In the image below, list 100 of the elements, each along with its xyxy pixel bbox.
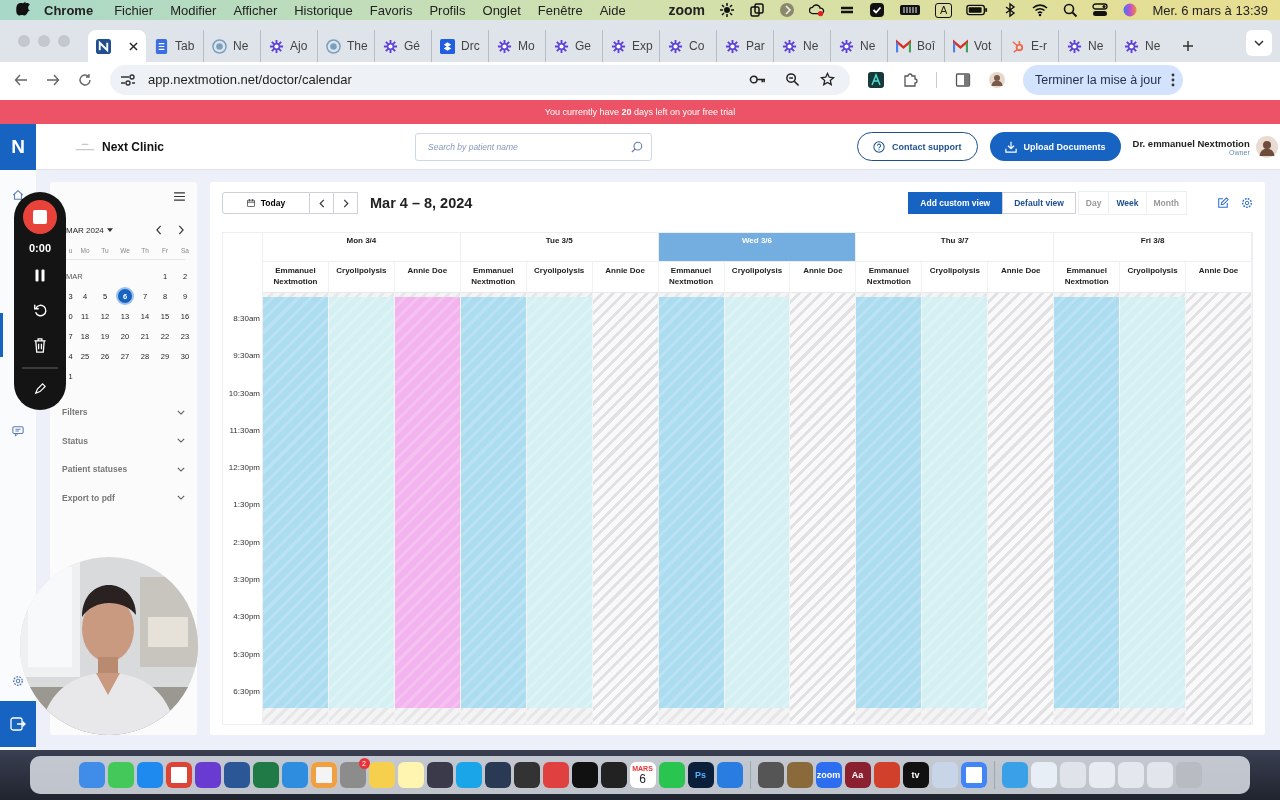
day-header[interactable]: Tue 3/5 (460, 233, 659, 262)
cloud-icon[interactable] (809, 2, 826, 18)
accordion-header[interactable]: Export to pdf (62, 483, 185, 512)
battery-icon[interactable] (966, 2, 989, 18)
contact-support-button[interactable]: Contact support (857, 132, 978, 161)
app-icon[interactable]: Ps (687, 762, 714, 788)
back-icon[interactable] (14, 72, 28, 87)
app-icon[interactable] (571, 762, 598, 788)
day-header[interactable]: Mon 3/4 (263, 233, 461, 262)
app-icon[interactable] (513, 762, 540, 788)
menu-item[interactable]: Chrome (44, 2, 94, 18)
forward-icon[interactable] (46, 72, 60, 87)
menu-item[interactable]: Profils (429, 2, 466, 18)
favicon-icon (896, 38, 911, 54)
menu-item[interactable]: Fenêtre (537, 2, 583, 18)
clock[interactable]: Mer. 6 mars à 13:39 (1152, 2, 1268, 18)
day-header[interactable]: Thu 3/7 (856, 233, 1055, 262)
view-button[interactable]: Default view (1002, 192, 1076, 214)
windows-icon[interactable] (749, 2, 766, 18)
search-icon[interactable] (1062, 2, 1079, 18)
key-icon[interactable] (749, 72, 766, 87)
chevron-down-icon (177, 466, 185, 472)
pause-icon[interactable] (33, 268, 47, 283)
app-logo[interactable]: N (0, 123, 36, 170)
accordion-header[interactable]: Status (62, 426, 185, 455)
restart-icon[interactable] (33, 303, 47, 318)
address-field[interactable]: app.nextmotion.net/doctor/calendar (110, 64, 850, 95)
favicon-icon (326, 38, 341, 54)
star-icon[interactable] (819, 72, 836, 87)
wifi-icon[interactable] (1032, 2, 1049, 18)
chevron-left-icon (318, 198, 325, 208)
app-icon[interactable] (484, 762, 511, 788)
site-settings-icon[interactable] (120, 72, 136, 87)
next-month-icon[interactable] (177, 225, 185, 235)
favicon-icon (953, 38, 968, 54)
reload-icon[interactable] (78, 72, 92, 87)
orb-icon[interactable] (1122, 2, 1139, 18)
pen-icon[interactable] (34, 383, 46, 395)
chat-icon[interactable] (12, 425, 24, 437)
close-icon[interactable] (129, 41, 138, 51)
app-icon-label: Aa (851, 770, 864, 780)
zoom-status[interactable]: zoom (668, 2, 706, 18)
logout-button[interactable] (0, 701, 36, 747)
edit-icon[interactable] (1217, 197, 1229, 209)
favicon-icon (554, 38, 569, 54)
search-field[interactable]: Search by patient name (415, 132, 652, 161)
app-icon[interactable]: zoom (815, 762, 842, 788)
app-icon[interactable]: tv (902, 762, 929, 788)
day-header[interactable]: Fri 3/8 (1054, 233, 1252, 262)
apple-icon[interactable] (16, 2, 30, 18)
zoom-out-icon[interactable] (784, 72, 801, 87)
next-week-button[interactable] (334, 192, 358, 214)
favicon-icon (383, 38, 398, 54)
time-label: 12:30pm (227, 463, 261, 475)
time-label: 1:30pm (232, 500, 261, 512)
new-tab-icon[interactable] (1182, 40, 1194, 52)
caret-icon (106, 228, 113, 232)
time-label: 3:30pm (232, 575, 261, 587)
previous-month-icon[interactable] (155, 225, 163, 235)
view-button[interactable]: Add custom view (908, 192, 1003, 214)
menu-item[interactable]: Modifier (170, 2, 217, 18)
upload-documents-button[interactable]: Upload Documents (989, 132, 1121, 161)
accordion-header[interactable]: Patient statuses (62, 455, 185, 484)
menu-item[interactable]: Aide (599, 2, 626, 18)
browser-tab[interactable]: Tab (146, 30, 203, 62)
tab-list-button[interactable] (1246, 30, 1272, 56)
menu-item[interactable]: Afficher (233, 2, 278, 18)
update-button[interactable]: Terminer la mise à jour (1023, 64, 1184, 95)
menu-item[interactable]: Onglet (482, 2, 521, 18)
stop-button[interactable] (23, 200, 57, 234)
month-picker[interactable]: MAR 2024 (66, 225, 113, 235)
menu-item[interactable]: Favoris (369, 2, 413, 18)
app-icon[interactable]: Aa (844, 762, 871, 788)
user-avatar[interactable] (1255, 135, 1278, 158)
chevron-down-icon (177, 409, 185, 415)
settings-icon[interactable] (12, 675, 24, 687)
menu-item[interactable]: Historique (294, 2, 353, 18)
profile-avatar[interactable] (989, 71, 1005, 88)
menu-icon[interactable] (174, 192, 185, 201)
today-button[interactable]: Today (222, 192, 310, 214)
previous-week-button[interactable] (310, 192, 334, 214)
toggles-icon[interactable] (1092, 2, 1109, 18)
menu-item[interactable]: Fichier (114, 2, 154, 18)
arrow-circle-icon[interactable] (779, 2, 796, 18)
checkmark-icon[interactable] (869, 2, 886, 18)
time-label: 2:30pm (232, 537, 261, 549)
app-icon[interactable] (600, 762, 627, 788)
home-icon[interactable] (12, 189, 24, 201)
accordion-header[interactable]: Filters (62, 398, 185, 427)
browser-tab[interactable] (88, 30, 146, 62)
trash-icon[interactable] (33, 338, 47, 353)
sun-icon[interactable] (719, 2, 736, 18)
settings-icon[interactable] (1241, 197, 1253, 209)
favicon-icon (668, 38, 683, 54)
app-icon[interactable] (426, 762, 453, 788)
input-source[interactable]: A (935, 2, 953, 18)
side-panel-icon[interactable] (955, 71, 971, 88)
puzzle-icon[interactable] (902, 71, 918, 88)
extension-app-icon[interactable] (868, 71, 884, 88)
keyboard-icon[interactable] (899, 2, 922, 18)
